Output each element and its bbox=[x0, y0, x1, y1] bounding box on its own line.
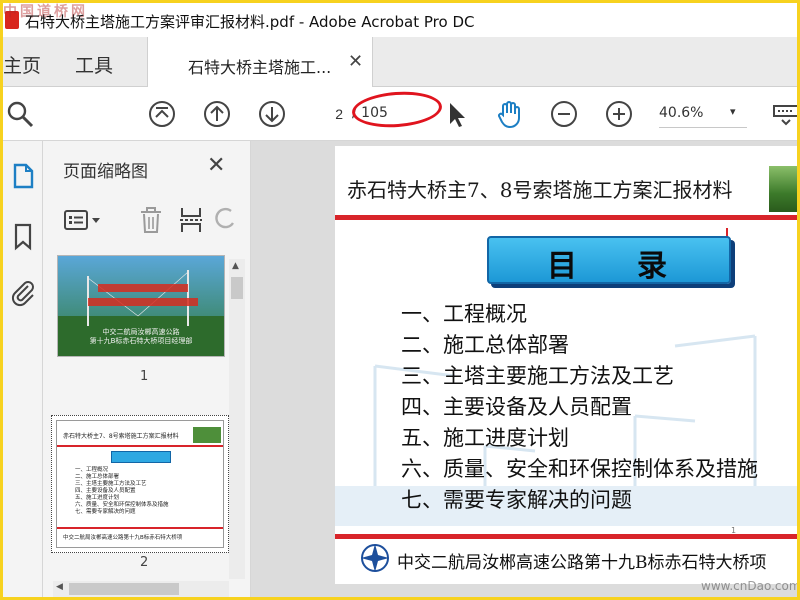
scroll-left-icon[interactable]: ◀ bbox=[56, 582, 63, 592]
zoom-in-icon[interactable] bbox=[604, 99, 634, 129]
horizontal-scrollbar-thumb[interactable] bbox=[69, 583, 179, 595]
page-thumbnail-1[interactable]: 中交二航局汝郴高速公路 第十九B标赤石特大桥项目经理部 bbox=[57, 255, 225, 357]
thumbnail-vertical-scrollbar[interactable]: ▲ bbox=[229, 259, 245, 579]
window-title: 石特大桥主塔施工方案评审汇报材料.pdf - Adobe Acrobat Pro… bbox=[25, 13, 475, 31]
document-header: 赤石特大桥主7、8号索塔施工方案汇报材料 bbox=[347, 178, 733, 202]
thumbnail-2-contents-box bbox=[111, 451, 171, 463]
thumbnail-2-image: 赤石特大桥主7、8号索塔施工方案汇报材料 一、工程概况 二、施工总体部署 三、主塔主… bbox=[56, 420, 224, 548]
keyboard-icon[interactable] bbox=[771, 99, 797, 129]
document-footer: 中交二航局汝郴高速公路第十九B标赤石特大桥项 bbox=[397, 553, 767, 573]
hand-tool-icon[interactable] bbox=[494, 99, 524, 129]
tab-document-label: 石特大桥主塔施工... bbox=[188, 58, 332, 77]
thumbnail-2-header: 赤石特大桥主7、8号索塔施工方案汇报材料 bbox=[63, 433, 179, 440]
company-logo-icon bbox=[361, 544, 389, 572]
thumbnail-2-rule bbox=[57, 445, 223, 447]
page-thumbnail-2[interactable]: 赤石特大桥主7、8号索塔施工方案汇报材料 一、工程概况 二、施工总体部署 三、主塔主… bbox=[51, 415, 229, 553]
toc-item: 四、主要设备及人员配置 bbox=[401, 395, 632, 419]
scroll-up-icon[interactable]: ▲ bbox=[232, 261, 239, 271]
next-page-icon[interactable] bbox=[257, 99, 287, 129]
document-view[interactable]: 赤石特大桥主7、8号索塔施工方案汇报材料 目录 一、工程概况 二、施工总体部署 … bbox=[251, 141, 797, 597]
header-photo bbox=[769, 166, 797, 212]
tab-bar: 主页 工具 石特大桥主塔施工... ✕ bbox=[3, 37, 797, 88]
zoom-underline bbox=[659, 127, 747, 128]
toc-item: 二、施工总体部署 bbox=[401, 333, 569, 357]
bookmark-icon[interactable] bbox=[9, 221, 37, 251]
toc-item: 六、质量、安全和环保控制体系及措施 bbox=[401, 457, 758, 481]
thumbnail-2-rule-bottom bbox=[57, 527, 223, 529]
attachment-icon[interactable] bbox=[9, 277, 37, 307]
close-panel-icon[interactable]: ✕ bbox=[207, 153, 225, 178]
thumbnail-2-toc: 一、工程概况 二、施工总体部署 三、主塔主要施工方法及工艺 四、主要设备及人员配置 五、… bbox=[75, 467, 169, 515]
contents-box: 目录 bbox=[487, 236, 731, 284]
search-icon[interactable] bbox=[5, 99, 35, 129]
panel-title: 页面缩略图 bbox=[63, 162, 148, 182]
navigation-rail bbox=[3, 141, 43, 597]
contents-title: 目录 bbox=[547, 249, 727, 284]
tab-home[interactable]: 主页 bbox=[3, 51, 41, 78]
thumbnail-1-company: 中交二航局汝郴高速公路 bbox=[102, 328, 180, 336]
footer-rule bbox=[335, 534, 797, 539]
options-icon[interactable] bbox=[63, 207, 109, 233]
chevron-down-icon[interactable]: ▾ bbox=[730, 105, 736, 118]
thumbnail-1-section: 第十九B标赤石特大桥项目经理部 bbox=[89, 337, 193, 345]
thumbnail-2-label: 2 bbox=[140, 555, 149, 570]
toc-item: 五、施工进度计划 bbox=[401, 426, 569, 450]
toc-item: 一、工程概况 bbox=[401, 302, 527, 326]
title-bar: 中国道桥网 石特大桥主塔施工方案评审汇报材料.pdf - Adobe Acrob… bbox=[3, 3, 797, 37]
close-tab-icon[interactable]: ✕ bbox=[348, 51, 363, 72]
app-window: 中国道桥网 石特大桥主塔施工方案评审汇报材料.pdf - Adobe Acrob… bbox=[3, 3, 797, 597]
header-rule bbox=[335, 215, 797, 220]
prev-page-icon[interactable] bbox=[202, 99, 232, 129]
page-up-icon[interactable] bbox=[147, 99, 177, 129]
thumbnail-panel: 页面缩略图 ✕ 中交二航局汝郴高速公路 第十九B标赤石特大桥项目经理部 1 赤石… bbox=[43, 141, 251, 597]
scrollbar-thumb[interactable] bbox=[231, 277, 243, 299]
thumbnail-2-photo bbox=[193, 427, 221, 443]
zoom-select[interactable]: 40.6% bbox=[659, 105, 703, 121]
toc-item: 三、主塔主要施工方法及工艺 bbox=[401, 364, 674, 388]
select-cursor-icon[interactable] bbox=[441, 99, 471, 129]
thumbnail-horizontal-scrollbar[interactable]: ◀ bbox=[53, 581, 229, 597]
site-watermark-bottom: www.cnDao.com bbox=[701, 579, 797, 593]
thumbnail-2-footer: 中交二航局汝郴高速公路第十九B标赤石特大桥项 bbox=[63, 535, 183, 541]
undo-icon[interactable] bbox=[215, 205, 237, 235]
delete-icon[interactable] bbox=[137, 205, 165, 235]
insert-page-icon[interactable] bbox=[177, 205, 205, 235]
panel-toolbar bbox=[57, 201, 247, 239]
thumbnail-icon[interactable] bbox=[9, 161, 37, 191]
zoom-out-icon[interactable] bbox=[549, 99, 579, 129]
thumbnail-1-label: 1 bbox=[140, 369, 149, 384]
tab-tools[interactable]: 工具 bbox=[75, 51, 113, 78]
tab-document[interactable]: 石特大桥主塔施工... ✕ bbox=[147, 37, 373, 88]
current-page-input[interactable] bbox=[309, 101, 349, 127]
toc-item: 七、需要专家解决的问题 bbox=[401, 488, 632, 512]
pdf-page: 赤石特大桥主7、8号索塔施工方案汇报材料 目录 一、工程概况 二、施工总体部署 … bbox=[335, 146, 797, 584]
